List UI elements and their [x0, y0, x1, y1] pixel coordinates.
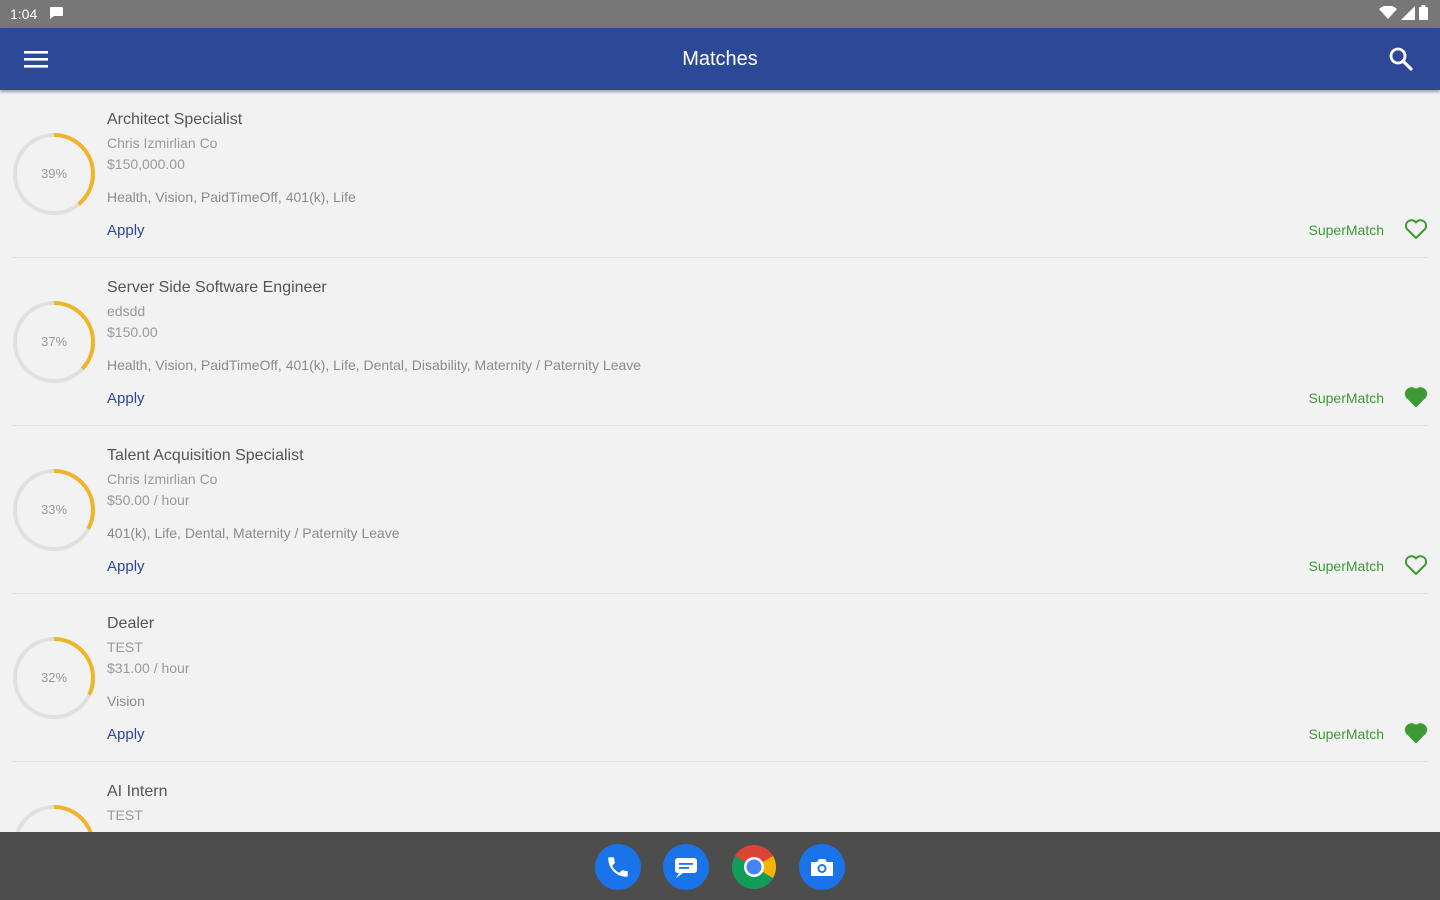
match-percent-label: 33% — [40, 502, 68, 517]
job-title: Server Side Software Engineer — [107, 279, 327, 296]
benefits: 401(k), Life, Dental, Maternity / Patern… — [107, 525, 400, 541]
matches-list[interactable]: 39% Architect Specialist Chris Izmirlian… — [0, 90, 1440, 832]
status-icons — [1379, 5, 1428, 20]
company-name: edsdd — [107, 303, 146, 319]
search-icon[interactable] — [1384, 42, 1418, 76]
heart-outline-icon[interactable] — [1404, 554, 1428, 576]
match-card[interactable]: 33% Talent Acquisition Specialist Chris … — [12, 426, 1428, 594]
match-card[interactable]: 37% Server Side Software Engineer edsdd … — [12, 258, 1428, 426]
supermatch-button[interactable]: SuperMatch — [1309, 390, 1384, 406]
app-bar: Matches — [0, 28, 1440, 90]
benefits: Health, Vision, PaidTimeOff, 401(k), Lif… — [107, 189, 356, 205]
job-title: Dealer — [107, 615, 155, 632]
apply-button[interactable]: Apply — [107, 222, 145, 239]
status-time: 1:04 — [10, 6, 38, 22]
apply-button[interactable]: Apply — [107, 558, 145, 575]
salary: $150,000.00 — [107, 156, 185, 172]
supermatch-button[interactable]: SuperMatch — [1309, 558, 1384, 574]
heart-outline-icon[interactable] — [1404, 218, 1428, 240]
match-percent-label: 32% — [40, 670, 68, 685]
message-notification-icon — [48, 6, 64, 23]
signal-icon — [1401, 5, 1415, 20]
phone-icon[interactable] — [595, 844, 641, 890]
salary: $31.00 / hour — [107, 660, 190, 676]
salary: $150.00 — [107, 324, 158, 340]
match-percent-label: 37% — [40, 334, 68, 349]
camera-icon[interactable] — [799, 844, 845, 890]
match-percent-ring — [13, 805, 95, 832]
match-card[interactable]: 32% Dealer TEST $31.00 / hour Vision App… — [12, 594, 1428, 762]
status-bar: 1:04 — [0, 0, 1440, 28]
company-name: TEST — [107, 807, 143, 823]
job-title: Architect Specialist — [107, 111, 243, 128]
heart-filled-icon[interactable] — [1404, 722, 1428, 744]
apply-button[interactable]: Apply — [107, 726, 145, 743]
heart-filled-icon[interactable] — [1404, 386, 1428, 408]
salary: $50.00 / hour — [107, 492, 190, 508]
benefits: Health, Vision, PaidTimeOff, 401(k), Lif… — [107, 357, 642, 373]
apply-button[interactable]: Apply — [107, 390, 145, 407]
app-dock — [0, 844, 1440, 890]
match-card[interactable]: 39% Architect Specialist Chris Izmirlian… — [12, 90, 1428, 258]
battery-icon — [1419, 5, 1428, 20]
messages-icon[interactable] — [663, 844, 709, 890]
benefits: Vision — [107, 693, 145, 709]
match-card[interactable]: AI Intern TEST — [12, 762, 1428, 832]
supermatch-button[interactable]: SuperMatch — [1309, 726, 1384, 742]
navigation-bar — [0, 832, 1440, 900]
supermatch-button[interactable]: SuperMatch — [1309, 222, 1384, 238]
match-percent-label: 39% — [40, 166, 68, 181]
job-title: Talent Acquisition Specialist — [107, 447, 304, 464]
page-title: Matches — [682, 48, 758, 70]
company-name: Chris Izmirlian Co — [107, 135, 218, 151]
chrome-icon[interactable] — [731, 844, 777, 890]
job-title: AI Intern — [107, 783, 168, 800]
company-name: Chris Izmirlian Co — [107, 471, 218, 487]
company-name: TEST — [107, 639, 143, 655]
wifi-icon — [1379, 5, 1397, 19]
